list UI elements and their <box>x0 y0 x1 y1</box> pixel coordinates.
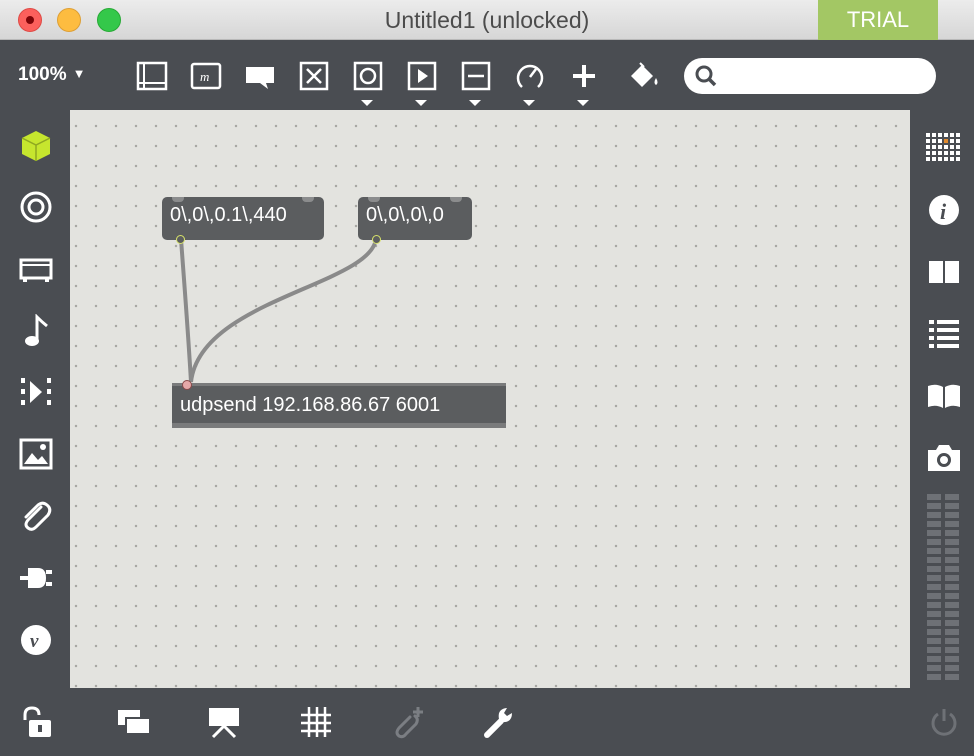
inlet[interactable] <box>172 197 184 202</box>
vimeo-icon[interactable]: v <box>16 620 56 660</box>
chevron-down-icon[interactable] <box>469 100 481 106</box>
presentation-icon[interactable] <box>204 702 244 742</box>
level-meter <box>945 494 959 684</box>
book-icon[interactable] <box>924 376 964 416</box>
zoom-menu[interactable]: 100% ▼ <box>18 64 85 86</box>
zoom-level: 100% <box>18 64 67 85</box>
message-text: 0\,0\,0.1\,440 <box>170 204 287 226</box>
cube-icon[interactable] <box>16 126 56 166</box>
search-field[interactable] <box>684 58 936 94</box>
outlet[interactable] <box>372 235 381 244</box>
chevron-down-icon[interactable] <box>361 100 373 106</box>
object-text: udpsend 192.168.86.67 6001 <box>180 394 441 416</box>
device-icon[interactable] <box>16 249 56 289</box>
svg-text:m: m <box>200 69 209 84</box>
udpsend-object[interactable]: udpsend 192.168.86.67 6001 <box>172 380 506 428</box>
wrench-icon[interactable] <box>480 702 520 742</box>
paperclip-icon[interactable] <box>16 496 56 536</box>
search-icon <box>695 65 717 87</box>
slider-icon[interactable] <box>458 58 494 94</box>
comment-m-icon[interactable]: m <box>188 58 224 94</box>
search-input[interactable] <box>724 64 928 90</box>
speech-bubble-icon[interactable] <box>242 58 278 94</box>
level-meter <box>927 494 941 684</box>
power-icon[interactable] <box>924 702 964 742</box>
patcher-canvas[interactable]: 0\,0\,0.1\,440 0\,0\,0\,0 udpsend 192.16… <box>70 110 910 688</box>
lock-open-icon[interactable] <box>16 702 56 742</box>
chevron-down-icon[interactable] <box>415 100 427 106</box>
camera-icon[interactable] <box>924 438 964 478</box>
svg-text:i: i <box>940 199 947 224</box>
title-bar: Untitled1 (unlocked) TRIAL <box>0 0 974 40</box>
outlet[interactable] <box>176 235 185 244</box>
columns-icon[interactable] <box>924 252 964 292</box>
paperclip-plus-icon[interactable] <box>388 702 428 742</box>
trial-badge[interactable]: TRIAL <box>818 0 938 40</box>
info-icon[interactable]: i <box>924 190 964 230</box>
image-icon[interactable] <box>16 434 56 474</box>
plus-icon[interactable] <box>566 58 602 94</box>
paint-bucket-icon[interactable] <box>626 58 662 94</box>
inlet[interactable] <box>450 197 462 202</box>
chevron-down-icon: ▼ <box>72 66 86 81</box>
chevron-down-icon[interactable] <box>577 100 589 106</box>
message-box[interactable]: 0\,0\,0.1\,440 <box>162 197 324 244</box>
message-box[interactable]: 0\,0\,0\,0 <box>358 197 472 244</box>
dial-icon[interactable] <box>512 58 548 94</box>
inlet[interactable] <box>302 197 314 202</box>
inlet[interactable] <box>182 380 192 390</box>
button-circle-icon[interactable] <box>350 58 386 94</box>
svg-text:v: v <box>30 631 39 652</box>
step-sequence-icon[interactable] <box>16 372 56 412</box>
plug-icon[interactable] <box>16 558 56 598</box>
chevron-down-icon[interactable] <box>523 100 535 106</box>
play-icon[interactable] <box>404 58 440 94</box>
target-icon[interactable] <box>16 187 56 227</box>
list-icon[interactable] <box>924 314 964 354</box>
grid-icon[interactable] <box>924 126 964 166</box>
patch-cord[interactable] <box>179 238 193 383</box>
music-note-icon[interactable] <box>16 311 56 351</box>
toggle-x-icon[interactable] <box>296 58 332 94</box>
windows-icon[interactable] <box>114 702 154 742</box>
inlet[interactable] <box>368 197 380 202</box>
message-text: 0\,0\,0\,0 <box>366 204 444 226</box>
patch-cord[interactable] <box>189 238 378 383</box>
grid-hash-icon[interactable] <box>296 702 336 742</box>
presentation-frame-icon[interactable] <box>134 58 170 94</box>
